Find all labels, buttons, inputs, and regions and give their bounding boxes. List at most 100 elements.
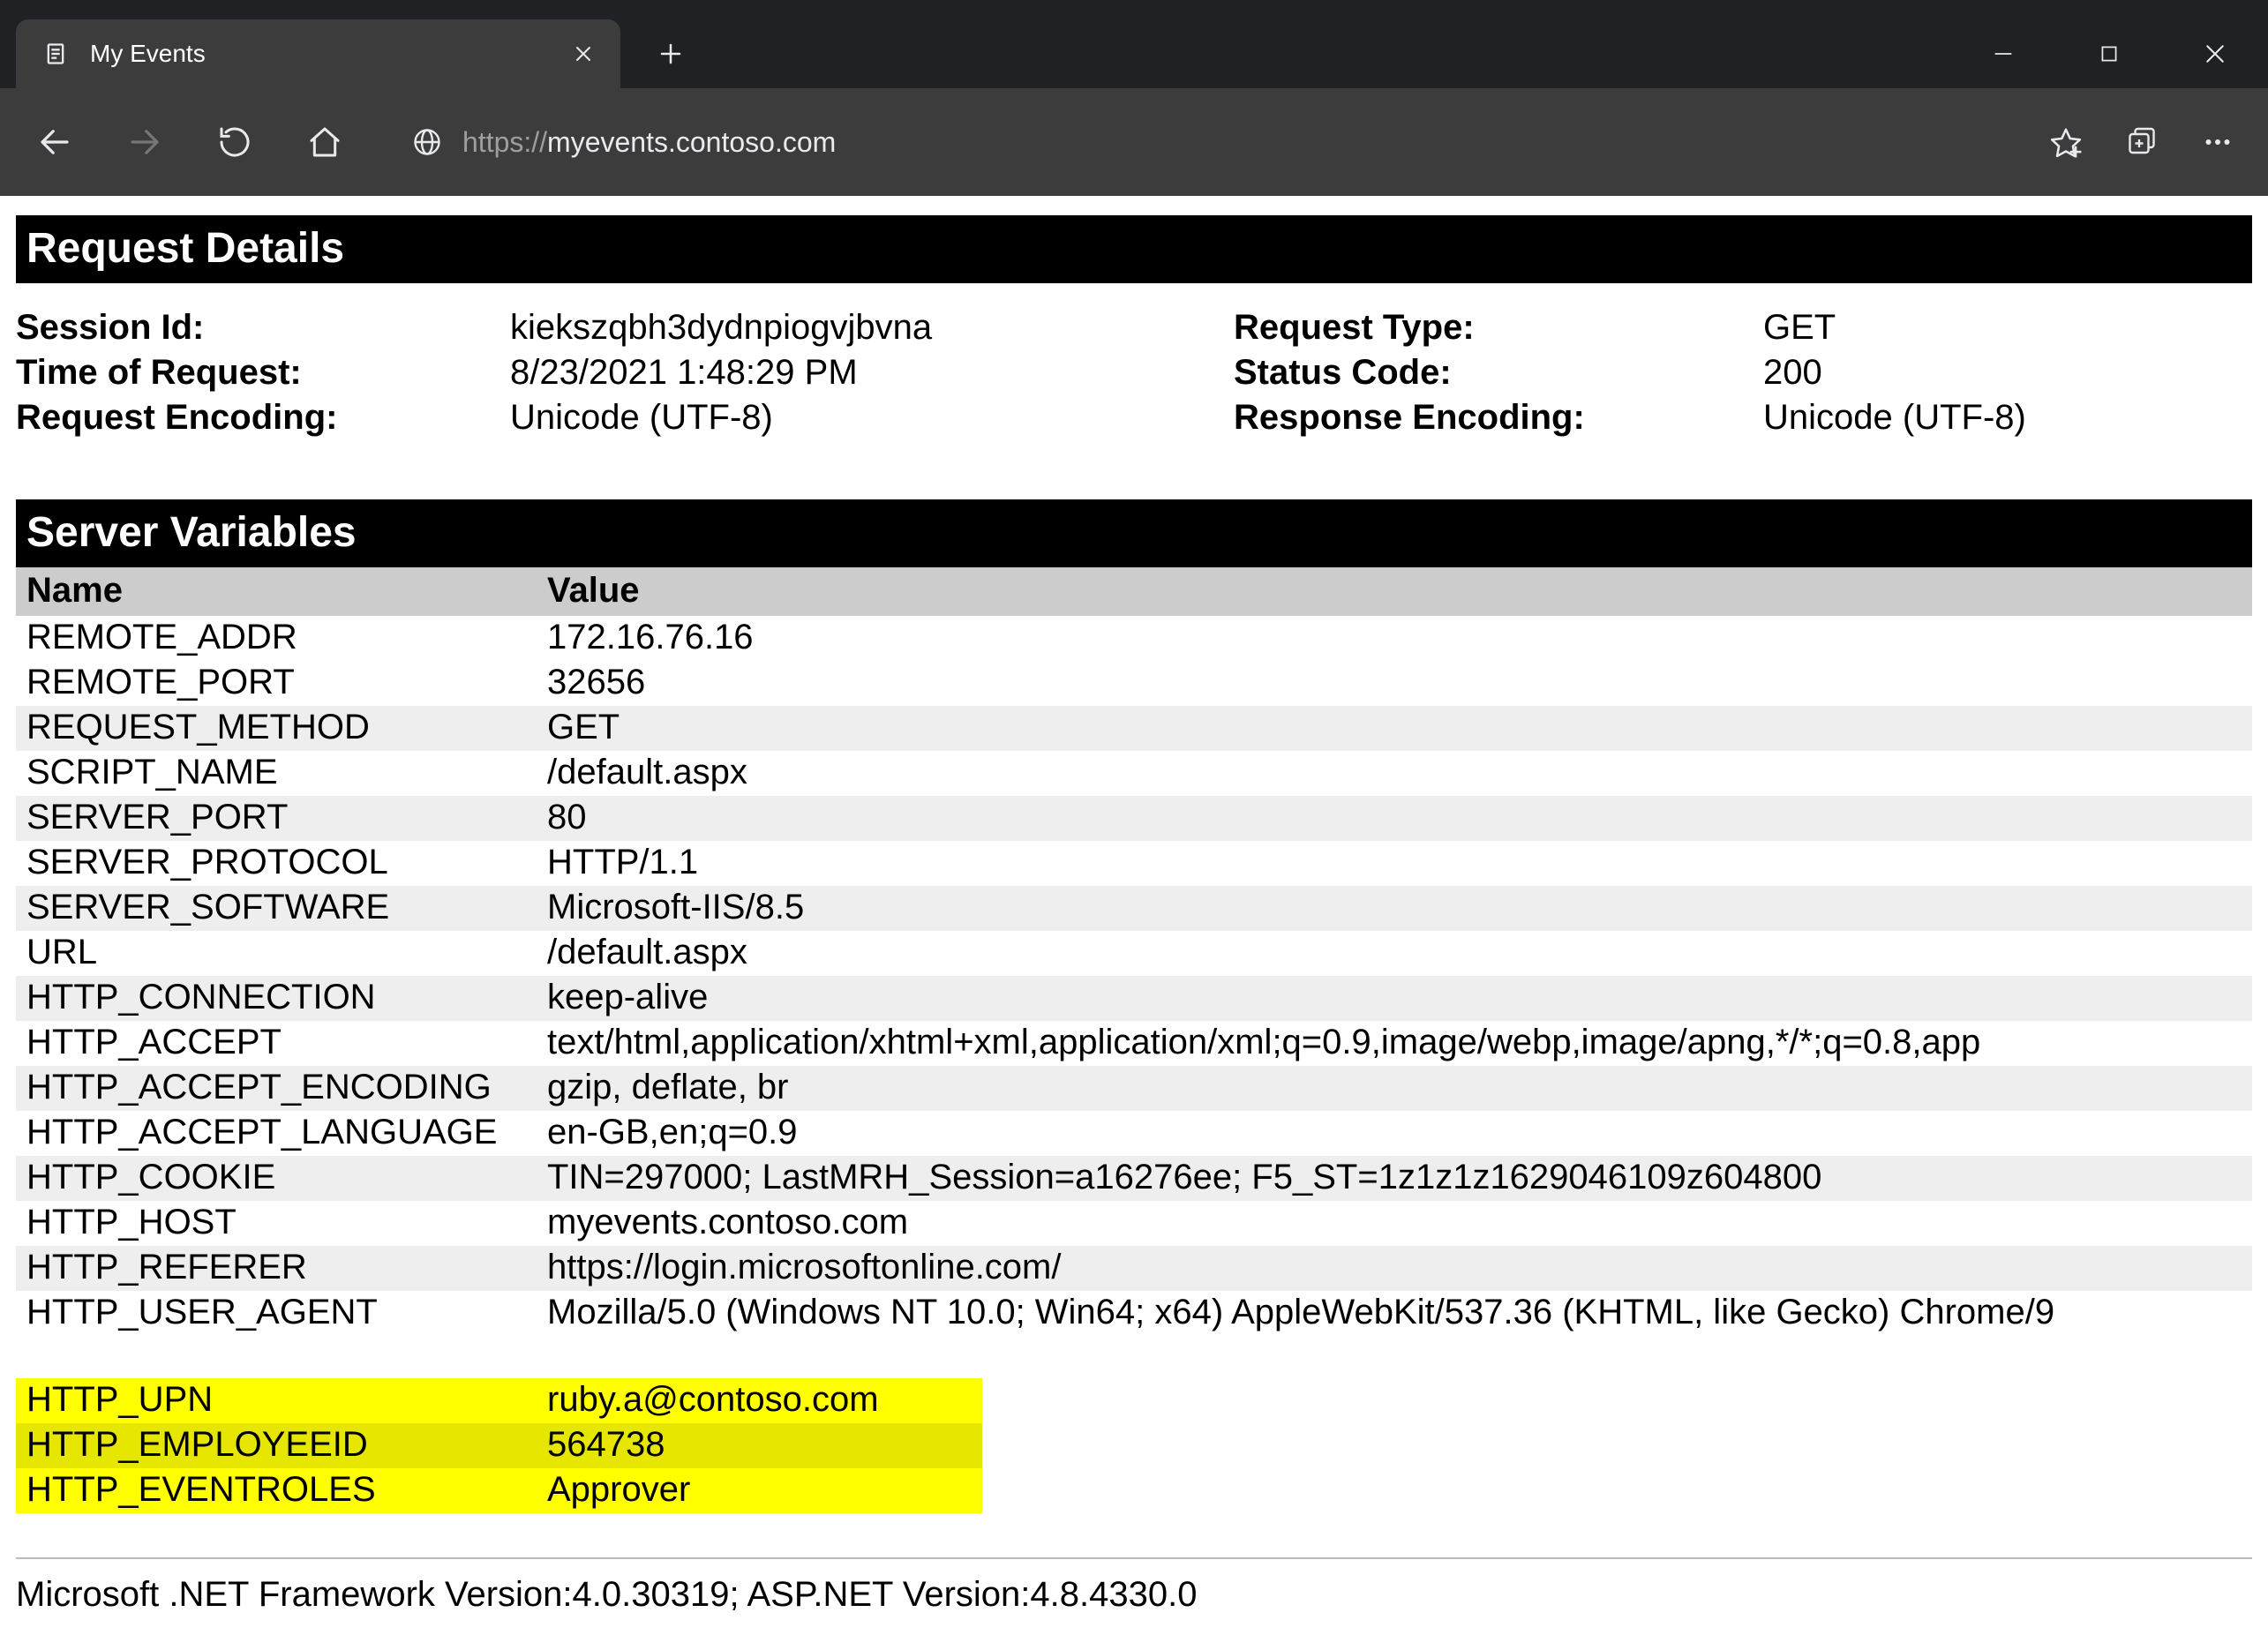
settings-menu-button[interactable]	[2183, 103, 2252, 181]
var-value: 172.16.76.16	[547, 618, 2252, 657]
toolbar-right-icons	[2031, 103, 2252, 181]
table-row: HTTP_COOKIETIN=297000; LastMRH_Session=a…	[16, 1156, 2252, 1201]
maximize-button[interactable]	[2056, 19, 2162, 88]
var-name: HTTP_ACCEPT_LANGUAGE	[26, 1113, 547, 1152]
footer-version: Microsoft .NET Framework Version:4.0.303…	[0, 1575, 2268, 1615]
var-value: Mozilla/5.0 (Windows NT 10.0; Win64; x64…	[547, 1293, 2252, 1332]
table-row: REMOTE_PORT32656	[16, 661, 2252, 706]
var-name: REMOTE_ADDR	[26, 618, 547, 657]
url-host: myevents.contoso.com	[547, 126, 836, 158]
detail-value: GET	[1763, 308, 2252, 348]
table-row: SERVER_PROTOCOLHTTP/1.1	[16, 841, 2252, 886]
detail-label: Response Encoding:	[1234, 398, 1763, 438]
var-name: SERVER_SOFTWARE	[26, 888, 547, 927]
column-name: Name	[26, 571, 547, 611]
var-value: 564738	[547, 1425, 982, 1465]
var-name: SERVER_PORT	[26, 798, 547, 837]
var-name: HTTP_UPN	[26, 1380, 547, 1420]
tab-close-icon[interactable]	[569, 40, 597, 68]
spacer	[16, 1336, 2252, 1378]
var-value: https://login.microsoftonline.com/	[547, 1248, 2252, 1287]
site-info-icon[interactable]	[411, 126, 443, 158]
var-name: HTTP_ACCEPT_ENCODING	[26, 1068, 547, 1107]
var-value: HTTP/1.1	[547, 843, 2252, 882]
refresh-button[interactable]	[196, 103, 274, 181]
table-row: HTTP_REFERERhttps://login.microsoftonlin…	[16, 1246, 2252, 1291]
column-value: Value	[547, 571, 2252, 611]
collections-button[interactable]	[2107, 103, 2176, 181]
table-row: SCRIPT_NAME/default.aspx	[16, 751, 2252, 796]
table-row: HTTP_USER_AGENTMozilla/5.0 (Windows NT 1…	[16, 1291, 2252, 1336]
favorites-button[interactable]	[2031, 103, 2100, 181]
page-icon	[42, 41, 69, 67]
window-close-button[interactable]	[2162, 19, 2268, 88]
detail-value: 200	[1763, 353, 2252, 393]
var-name: HTTP_CONNECTION	[26, 978, 547, 1017]
table-row: HTTP_UPNruby.a@contoso.com	[16, 1378, 982, 1423]
detail-value: Unicode (UTF-8)	[1763, 398, 2252, 438]
detail-label: Request Encoding:	[16, 398, 510, 438]
server-variables-columns: Name Value	[16, 567, 2252, 616]
var-value: myevents.contoso.com	[547, 1203, 2252, 1242]
table-row: HTTP_HOSTmyevents.contoso.com	[16, 1201, 2252, 1246]
detail-label: Status Code:	[1234, 353, 1763, 393]
var-name: SERVER_PROTOCOL	[26, 843, 547, 882]
var-name: URL	[26, 933, 547, 972]
table-row: URL/default.aspx	[16, 931, 2252, 976]
var-name: REMOTE_PORT	[26, 663, 547, 702]
address-bar[interactable]: https://myevents.contoso.com	[387, 107, 2009, 177]
var-value: en-GB,en;q=0.9	[547, 1113, 2252, 1152]
var-value: gzip, deflate, br	[547, 1068, 2252, 1107]
new-tab-button[interactable]	[636, 19, 705, 88]
var-value: TIN=297000; LastMRH_Session=a16276ee; F5…	[547, 1158, 2252, 1197]
var-value: ruby.a@contoso.com	[547, 1380, 982, 1420]
tab-title: My Events	[90, 40, 548, 68]
table-row: REQUEST_METHODGET	[16, 706, 2252, 751]
var-value: /default.aspx	[547, 933, 2252, 972]
detail-label: Session Id:	[16, 308, 510, 348]
var-name: HTTP_EVENTROLES	[26, 1470, 547, 1510]
detail-label: Time of Request:	[16, 353, 510, 393]
titlebar: My Events	[0, 0, 2268, 88]
minimize-button[interactable]	[1950, 19, 2056, 88]
table-row: HTTP_ACCEPT_LANGUAGEen-GB,en;q=0.9	[16, 1111, 2252, 1156]
detail-value: Unicode (UTF-8)	[510, 398, 1234, 438]
table-row: SERVER_SOFTWAREMicrosoft-IIS/8.5	[16, 886, 2252, 931]
divider	[16, 1557, 2252, 1559]
var-name: SCRIPT_NAME	[26, 753, 547, 792]
server-variables-body: REMOTE_ADDR172.16.76.16 REMOTE_PORT32656…	[16, 616, 2252, 1513]
var-name: HTTP_USER_AGENT	[26, 1293, 547, 1332]
table-row: HTTP_EVENTROLESApprover	[16, 1468, 982, 1513]
var-name: HTTP_REFERER	[26, 1248, 547, 1287]
server-variables-header: Server Variables	[16, 499, 2252, 567]
request-details-grid: Session Id: kiekszqbh3dydnpiogvjbvna Req…	[0, 308, 2268, 438]
var-value: 32656	[547, 663, 2252, 702]
var-name: HTTP_COOKIE	[26, 1158, 547, 1197]
detail-value: 8/23/2021 1:48:29 PM	[510, 353, 1234, 393]
request-details-header: Request Details	[16, 215, 2252, 283]
highlighted-variables: HTTP_UPNruby.a@contoso.com HTTP_EMPLOYEE…	[16, 1378, 982, 1513]
browser-tab[interactable]: My Events	[16, 19, 620, 88]
table-row: REMOTE_ADDR172.16.76.16	[16, 616, 2252, 661]
url-prefix: https://	[462, 126, 547, 158]
var-value: keep-alive	[547, 978, 2252, 1017]
window-controls	[1950, 19, 2268, 88]
var-name: HTTP_HOST	[26, 1203, 547, 1242]
table-row: HTTP_CONNECTIONkeep-alive	[16, 976, 2252, 1021]
back-button[interactable]	[16, 103, 94, 181]
var-name: HTTP_EMPLOYEEID	[26, 1425, 547, 1465]
var-value: text/html,application/xhtml+xml,applicat…	[547, 1023, 2252, 1062]
table-row: HTTP_ACCEPTtext/html,application/xhtml+x…	[16, 1021, 2252, 1066]
forward-button[interactable]	[106, 103, 184, 181]
var-value: /default.aspx	[547, 753, 2252, 792]
table-row: HTTP_EMPLOYEEID564738	[16, 1423, 982, 1468]
table-row: HTTP_ACCEPT_ENCODINGgzip, deflate, br	[16, 1066, 2252, 1111]
table-row: SERVER_PORT80	[16, 796, 2252, 841]
var-value: 80	[547, 798, 2252, 837]
home-button[interactable]	[286, 103, 364, 181]
address-url: https://myevents.contoso.com	[462, 126, 836, 159]
detail-label: Request Type:	[1234, 308, 1763, 348]
page-content: Request Details Session Id: kiekszqbh3dy…	[0, 196, 2268, 1615]
var-name: HTTP_ACCEPT	[26, 1023, 547, 1062]
browser-toolbar: https://myevents.contoso.com	[0, 88, 2268, 196]
